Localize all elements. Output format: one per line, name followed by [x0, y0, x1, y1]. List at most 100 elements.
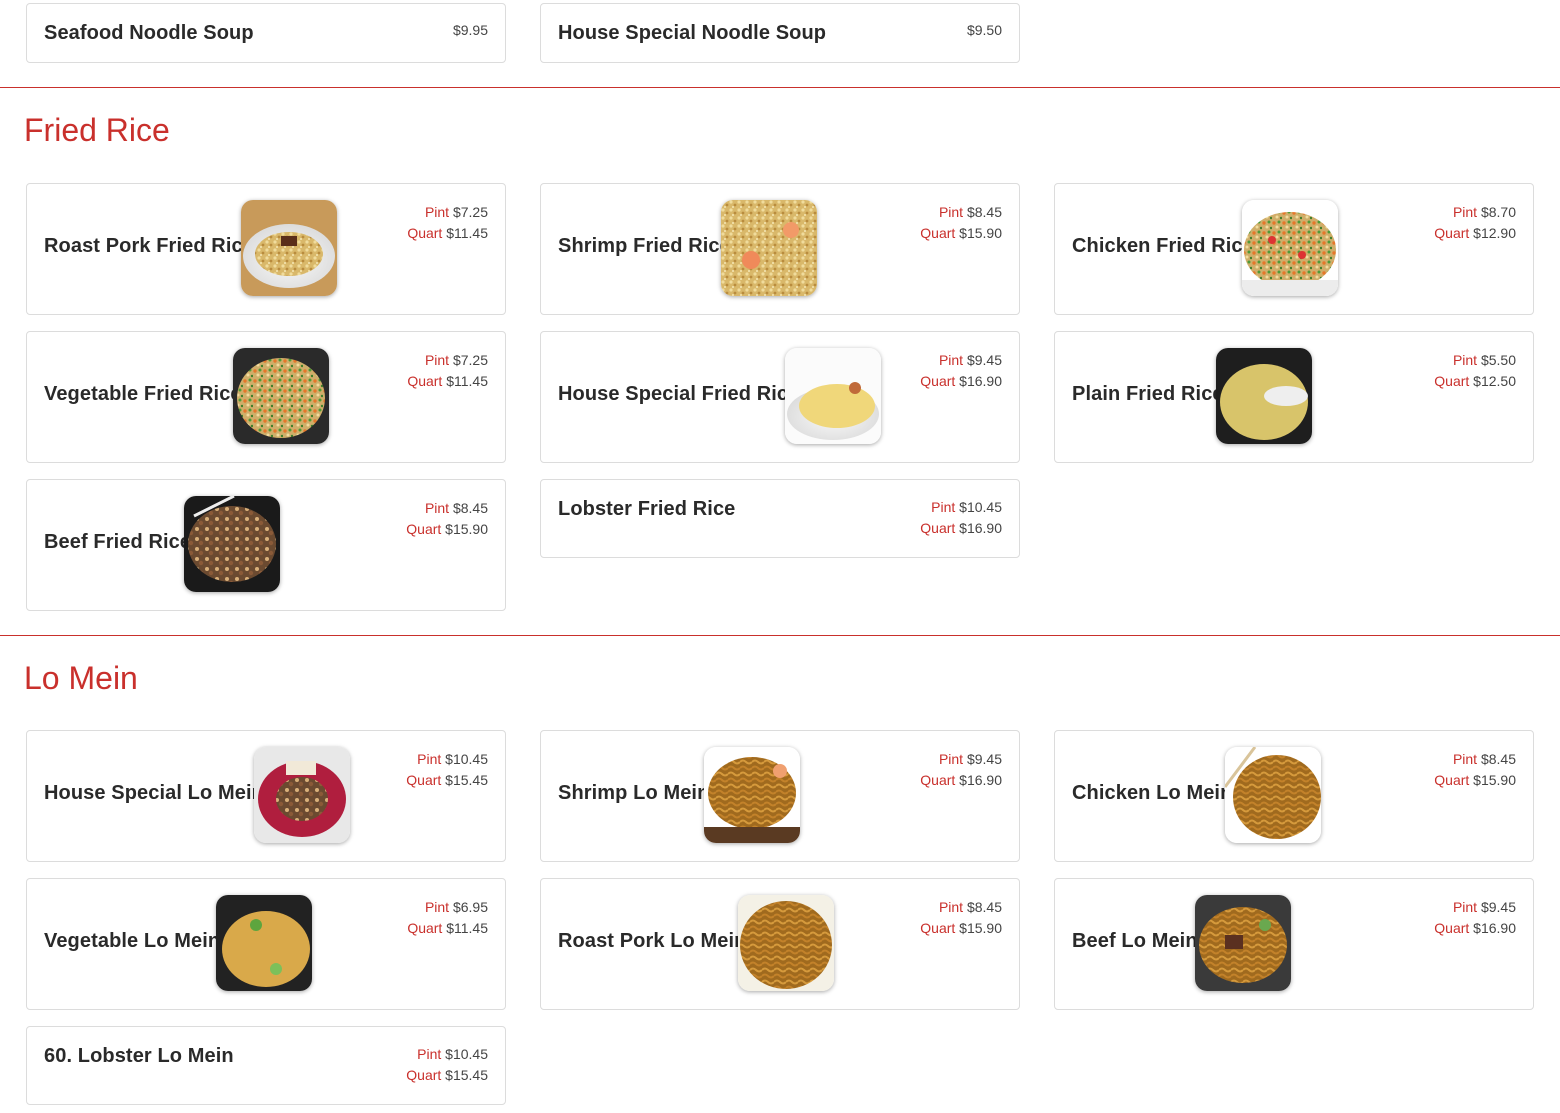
quart-price: $12.50 [1473, 373, 1516, 389]
section-title-fried-rice: Fried Rice [24, 112, 170, 148]
quart-label: Quart [1434, 225, 1470, 241]
pint-label: Pint [1452, 352, 1478, 368]
pint-price: $10.45 [445, 1046, 488, 1062]
item-name: Beef Lo Mein [1072, 930, 1198, 952]
quart-price: $12.90 [1473, 225, 1516, 241]
menu-item-card[interactable]: Beef Fried Rice Pint $8.45 Quart $15.90 [26, 479, 506, 611]
menu-item-card[interactable]: Roast Pork Lo Mein Pint $8.45 Quart $15.… [540, 878, 1020, 1010]
quart-label: Quart [920, 373, 956, 389]
item-name: Chicken Lo Mein [1072, 782, 1233, 804]
pint-label: Pint [417, 751, 442, 767]
pint-price: $8.45 [966, 899, 1002, 915]
quart-price: $16.90 [959, 772, 1002, 788]
shrimp-fried-rice-photo [721, 200, 817, 296]
quart-price: $15.90 [1473, 772, 1516, 788]
roast-pork-lo-mein-photo [738, 895, 834, 991]
pint-label: Pint [424, 352, 450, 368]
menu-item-card[interactable]: House Special Noodle Soup $9.50 [540, 3, 1020, 63]
item-name: House Special Lo Mein [44, 782, 264, 804]
item-prices: Pint $10.45 Quart $15.45 [406, 749, 488, 791]
pint-price: $6.95 [452, 899, 488, 915]
item-name: Plain Fried Rice [1072, 383, 1224, 405]
shrimp-lo-mein-photo [704, 747, 800, 843]
quart-label: Quart [407, 920, 443, 936]
menu-item-card[interactable]: 60. Lobster Lo Mein Pint $10.45 Quart $1… [26, 1026, 506, 1105]
item-prices: Pint $8.45 Quart $15.90 [406, 498, 488, 540]
section-divider [0, 87, 1560, 88]
item-price: $9.95 [452, 22, 488, 38]
item-name: Shrimp Lo Mein [558, 782, 710, 804]
menu-item-card[interactable]: Plain Fried Rice Pint $5.50 Quart $12.50 [1054, 331, 1534, 463]
item-name: Seafood Noodle Soup [44, 22, 254, 44]
pint-price: $8.45 [1480, 751, 1516, 767]
menu-item-card[interactable]: Roast Pork Fried Rice Pint $7.25 Quart $… [26, 183, 506, 315]
pint-label: Pint [424, 500, 450, 516]
pint-label: Pint [938, 899, 964, 915]
menu-item-card[interactable]: Lobster Fried Rice Pint $10.45 Quart $16… [540, 479, 1020, 558]
pint-label: Pint [938, 352, 964, 368]
quart-price: $16.90 [959, 520, 1002, 536]
quart-label: Quart [920, 772, 956, 788]
vegetable-fried-rice-photo [233, 348, 329, 444]
pint-label: Pint [424, 899, 450, 915]
beef-fried-rice-photo [184, 496, 280, 592]
menu-item-card[interactable]: House Special Lo Mein Pint $10.45 Quart … [26, 730, 506, 862]
pint-label: Pint [938, 751, 964, 767]
house-special-lo-mein-photo [254, 747, 350, 843]
pint-price: $10.45 [959, 499, 1002, 515]
quart-label: Quart [406, 1067, 442, 1083]
menu-item-card[interactable]: Chicken Lo Mein Pint $8.45 Quart $15.90 [1054, 730, 1534, 862]
quart-price: $15.45 [445, 1067, 488, 1083]
pint-price: $7.25 [452, 352, 488, 368]
quart-label: Quart [406, 772, 442, 788]
menu-item-card[interactable]: Vegetable Fried Rice Pint $7.25 Quart $1… [26, 331, 506, 463]
pint-price: $7.25 [452, 204, 488, 220]
quart-label: Quart [1434, 373, 1470, 389]
roast-pork-fried-rice-photo [241, 200, 337, 296]
item-prices: Pint $9.45 Quart $16.90 [920, 350, 1002, 392]
menu-item-card[interactable]: Vegetable Lo Mein Pint $6.95 Quart $11.4… [26, 878, 506, 1010]
item-name: 60. Lobster Lo Mein [44, 1045, 234, 1067]
item-prices: Pint $10.45 Quart $15.45 [406, 1044, 488, 1086]
quart-label: Quart [920, 920, 956, 936]
menu-item-card[interactable]: Seafood Noodle Soup $9.95 [26, 3, 506, 63]
menu-item-card[interactable]: Shrimp Lo Mein Pint $9.45 Quart $16.90 [540, 730, 1020, 862]
item-prices: Pint $9.45 Quart $16.90 [920, 749, 1002, 791]
pint-label: Pint [938, 204, 964, 220]
quart-price: $16.90 [959, 373, 1002, 389]
quart-price: $11.45 [446, 225, 488, 241]
pint-price: $9.45 [966, 352, 1002, 368]
menu-item-card[interactable]: Chicken Fried Rice Pint $8.70 Quart $12.… [1054, 183, 1534, 315]
chicken-lo-mein-photo [1225, 747, 1321, 843]
item-prices: Pint $5.50 Quart $12.50 [1434, 350, 1516, 392]
beef-lo-mein-photo [1195, 895, 1291, 991]
pint-price: $8.45 [966, 204, 1002, 220]
vegetable-lo-mein-photo [216, 895, 312, 991]
menu-item-card[interactable]: Beef Lo Mein Pint $9.45 Quart $16.90 [1054, 878, 1534, 1010]
quart-label: Quart [407, 373, 443, 389]
quart-price: $15.90 [959, 920, 1002, 936]
quart-price: $15.90 [445, 521, 488, 537]
quart-label: Quart [1434, 772, 1470, 788]
item-prices: Pint $8.45 Quart $15.90 [1434, 749, 1516, 791]
pint-price: $8.45 [452, 500, 488, 516]
item-name: Shrimp Fried Rice [558, 235, 731, 257]
quart-label: Quart [1434, 920, 1470, 936]
chicken-fried-rice-photo [1242, 200, 1338, 296]
menu-item-card[interactable]: Shrimp Fried Rice Pint $8.45 Quart $15.9… [540, 183, 1020, 315]
menu-item-card[interactable]: House Special Fried Rice Pint $9.45 Quar… [540, 331, 1020, 463]
item-name: House Special Fried Rice [558, 383, 800, 405]
pint-label: Pint [424, 204, 450, 220]
quart-price: $15.45 [445, 772, 488, 788]
item-name: Roast Pork Fried Rice [44, 235, 254, 257]
item-name: House Special Noodle Soup [558, 22, 827, 44]
quart-label: Quart [920, 520, 956, 536]
quart-price: $15.90 [959, 225, 1002, 241]
item-prices: Pint $6.95 Quart $11.45 [407, 897, 488, 939]
item-prices: Pint $8.45 Quart $15.90 [920, 897, 1002, 939]
section-title-lo-mein: Lo Mein [24, 660, 138, 696]
item-name: Roast Pork Lo Mein [558, 930, 747, 952]
house-special-fried-rice-photo [785, 348, 881, 444]
item-name: Vegetable Lo Mein [44, 930, 221, 952]
pint-price: $10.45 [445, 751, 488, 767]
